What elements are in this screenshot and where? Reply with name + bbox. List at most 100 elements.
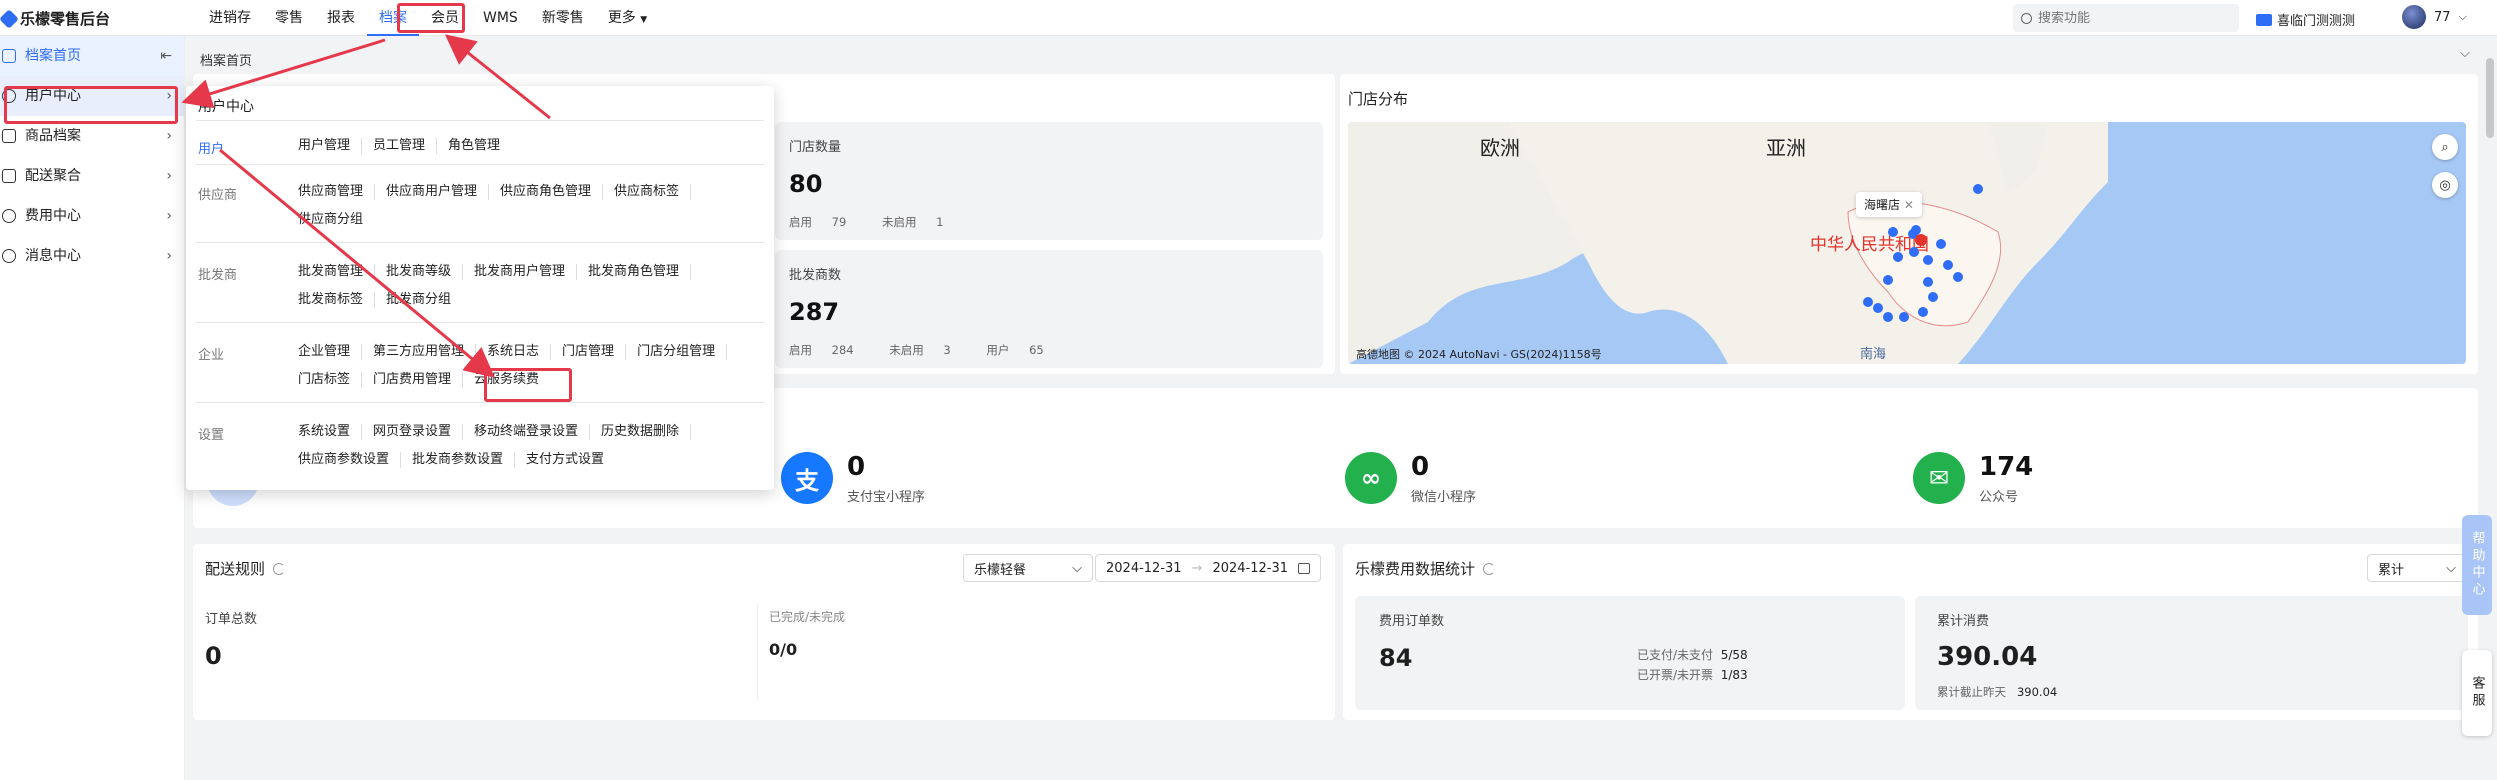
menu-item[interactable]: 网页登录设置 [373, 424, 464, 440]
fee-icon [2, 209, 16, 223]
fee-title: 乐檬费用数据统计 [1355, 558, 1496, 579]
delivery-icon [2, 169, 16, 183]
alipay-icon: 支 [781, 452, 833, 504]
paid-row: 已支付/未支付 5/58 [1637, 646, 1748, 663]
brand-select[interactable]: 乐檬轻餐 ⌵ [963, 554, 1093, 582]
menu-item[interactable]: 系统日志 [487, 344, 552, 360]
divider [196, 120, 764, 121]
sidebar: 档案首页 ⇤ 用户中心 › 商品档案 › 配送聚合 › 费用中心 › 消息中心 … [0, 36, 185, 780]
store-marker [1973, 184, 1983, 194]
nav-more[interactable]: 更多 ▼ [596, 0, 659, 36]
menu-item[interactable]: 门店标签 [298, 372, 363, 388]
chevron-down-icon[interactable]: ⌵ [2460, 46, 2470, 61]
menu-group-wholesaler: 批发商管理 批发商等级 批发商用户管理 批发商角色管理 批发商标签 批发商分组 [298, 264, 758, 308]
fee-period-select[interactable]: 累计 ⌵ [2367, 554, 2467, 582]
refresh-icon[interactable] [1483, 563, 1496, 575]
store-switcher[interactable]: 喜临门测测测 [2256, 10, 2355, 29]
date-start: 2024-12-31 [1106, 560, 1182, 576]
menu-item[interactable]: 系统设置 [298, 424, 363, 440]
fee-yesterday-row: 累计截止昨天 390.04 [1937, 684, 2057, 700]
orders-label: 订单总数 [205, 612, 258, 627]
menu-item[interactable]: 批发商参数设置 [412, 452, 516, 468]
divider [757, 604, 758, 700]
menu-item[interactable]: 供应商参数设置 [298, 452, 402, 468]
sidebar-item-message-center[interactable]: 消息中心 › [0, 236, 184, 276]
refresh-icon[interactable] [273, 563, 286, 575]
menu-item[interactable]: 用户管理 [298, 138, 363, 154]
store-marker [1923, 255, 1933, 265]
user-menu[interactable]: 77 ⌵ [2402, 5, 2467, 29]
disabled-value: 3 [943, 343, 951, 357]
menu-item[interactable]: 员工管理 [373, 138, 438, 154]
menu-item[interactable]: 批发商标签 [298, 292, 376, 308]
date-range-picker[interactable]: 2024-12-31 → 2024-12-31 [1095, 554, 1321, 582]
menu-title: 用户中心 [198, 99, 254, 115]
menu-item[interactable]: 供应商管理 [298, 184, 376, 200]
menu-item[interactable]: 支付方式设置 [526, 452, 615, 468]
menu-item[interactable]: 门店管理 [562, 344, 627, 360]
nav-wms[interactable]: WMS [471, 0, 530, 36]
date-end: 2024-12-31 [1212, 560, 1289, 576]
menu-item[interactable]: 企业管理 [298, 344, 363, 360]
store-icon [2256, 13, 2272, 26]
menu-item[interactable]: 批发商分组 [386, 292, 462, 308]
divider [196, 164, 764, 165]
map-zoom-icon[interactable]: ⌕ [2432, 134, 2458, 160]
menu-item[interactable]: 门店费用管理 [373, 372, 464, 388]
done-value: 0/0 [769, 640, 798, 659]
sidebar-item-delivery[interactable]: 配送聚合 › [0, 156, 184, 196]
brand[interactable]: 乐檬零售后台 [0, 8, 110, 29]
fee-total-value: 390.04 [1937, 642, 2038, 672]
menu-item[interactable]: 批发商用户管理 [474, 264, 578, 280]
menu-group-user: 用户管理 员工管理 角色管理 [298, 138, 758, 154]
date-separator: → [1191, 560, 1203, 576]
avatar [2402, 5, 2426, 29]
store-marker [1893, 252, 1903, 262]
map-locate-icon[interactable]: ◎ [2432, 172, 2458, 198]
menu-item[interactable]: 门店分组管理 [637, 344, 728, 360]
nav-reports[interactable]: 报表 [315, 0, 367, 36]
help-center-button[interactable]: 帮助中心 [2462, 515, 2492, 615]
search-box[interactable] [2013, 4, 2239, 32]
menu-item[interactable]: 批发商角色管理 [588, 264, 692, 280]
menu-item[interactable]: 角色管理 [448, 138, 511, 154]
store-map[interactable]: 欧洲 亚洲 中华人民共和国 海曙店 ✕ 南海 高德地图 © 2024 AutoN… [1348, 122, 2466, 364]
paid-label: 已支付/未支付 [1637, 648, 1714, 662]
menu-item[interactable]: 供应商用户管理 [386, 184, 490, 200]
search-input[interactable] [2038, 10, 2218, 26]
menu-item[interactable]: 供应商标签 [614, 184, 692, 200]
store-marker [1943, 260, 1953, 270]
user-center-menu: 用户中心 用户 用户管理 员工管理 角色管理 供应商 供应商管理 供应商用户管理… [186, 86, 774, 490]
menu-item[interactable]: 批发商等级 [386, 264, 464, 280]
invoiced-label: 已开票/未开票 [1637, 668, 1714, 682]
chevron-down-icon: ⌵ [1072, 560, 1082, 576]
nav-retail[interactable]: 零售 [263, 0, 315, 36]
menu-item[interactable]: 第三方应用管理 [373, 344, 477, 360]
menu-item[interactable]: 供应商角色管理 [500, 184, 604, 200]
menu-group-settings: 系统设置 网页登录设置 移动终端登录设置 历史数据删除 供应商参数设置 批发商参… [298, 424, 758, 468]
sidebar-item-label: 档案首页 [25, 48, 81, 64]
nav-more-label: 更多 [607, 10, 636, 26]
collapse-sidebar-icon[interactable]: ⇤ [160, 36, 172, 76]
yesterday-label: 累计截止昨天 [1937, 685, 2006, 699]
menu-item[interactable]: 历史数据删除 [601, 424, 692, 440]
wholesaler-count-box: 批发商数 287 启用 284 未启用 3 用户 65 [775, 250, 1323, 368]
selected-store-marker [1915, 234, 1927, 246]
paid-value: 5/58 [1720, 648, 1748, 662]
customer-service-button[interactable]: 客服 [2462, 650, 2492, 736]
breadcrumb[interactable]: 档案首页 [200, 50, 252, 69]
brand-logo-icon [0, 8, 19, 29]
sidebar-item-archive-home[interactable]: 档案首页 ⇤ [0, 36, 184, 76]
menu-item[interactable]: 移动终端登录设置 [474, 424, 591, 440]
scrollbar[interactable] [2486, 58, 2494, 138]
store-name: 喜临门测测测 [2277, 14, 2356, 29]
store-marker [1923, 277, 1933, 287]
menu-item[interactable]: 批发商管理 [298, 264, 376, 280]
chevron-down-icon: ⌵ [2458, 10, 2467, 23]
sidebar-item-fee-center[interactable]: 费用中心 › [0, 196, 184, 236]
nav-new-retail[interactable]: 新零售 [530, 0, 596, 36]
map-tools: ⌕ ◎ [2432, 134, 2458, 198]
nav-inventory[interactable]: 进销存 [197, 0, 263, 36]
menu-item[interactable]: 供应商分组 [298, 212, 374, 228]
delivery-title: 配送规则 [205, 558, 286, 579]
